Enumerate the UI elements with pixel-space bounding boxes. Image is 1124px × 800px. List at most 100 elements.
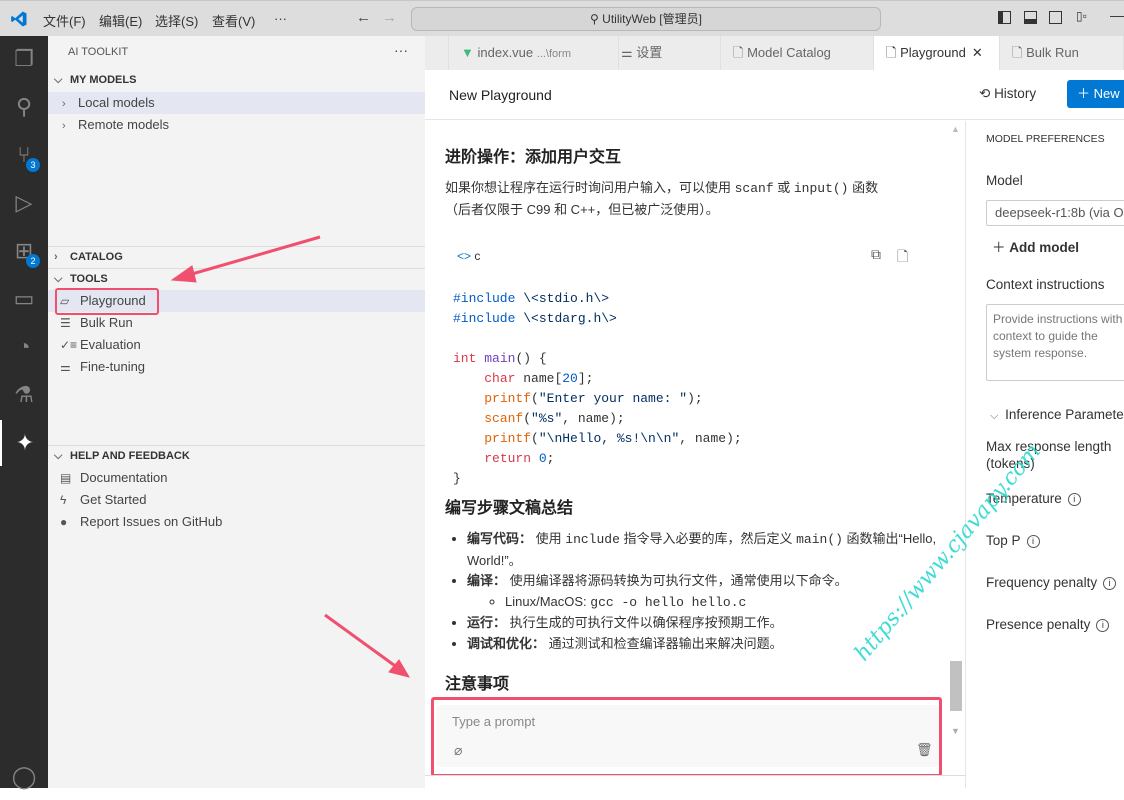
plus-icon: ＋ <box>1077 86 1094 101</box>
file-icon: 🗋 <box>886 45 901 60</box>
paragraph: 如果你想让程序在运行时询问用户输入，可以使用 scanf 或 input() 函… <box>445 180 879 196</box>
item-label: Get Started <box>80 492 147 507</box>
section-tools[interactable]: ⌵ TOOLS <box>48 268 425 290</box>
toggle-panel-icon[interactable] <box>1024 11 1037 24</box>
scroll-up-icon[interactable]: ▲ <box>951 124 960 134</box>
tab-label: Model Catalog <box>747 45 831 60</box>
sidebar-item-local-models[interactable]: › Local models <box>48 92 425 114</box>
sidebar-item-get-started[interactable]: ϟ Get Started <box>48 489 425 511</box>
code-content: #include \<stdio.h\> #include \<stdarg.h… <box>453 291 742 486</box>
remote-explorer-icon[interactable]: ▭ <box>0 276 48 322</box>
sidebar-item-evaluation[interactable]: ✓≡ Evaluation <box>48 334 425 356</box>
menu-edit[interactable]: 编辑(E) <box>99 11 142 30</box>
history-icon: ⟲ <box>979 86 995 101</box>
context-instructions-input[interactable]: Provide instructions with context to gui… <box>986 304 1124 381</box>
search-icon: ⚲ <box>590 12 603 26</box>
section-label: HELP AND FEEDBACK <box>70 450 190 462</box>
close-icon[interactable]: ✕ <box>972 45 983 60</box>
sidebar-item-documentation[interactable]: ▤ Documentation <box>48 467 425 489</box>
more-actions-icon[interactable]: ··· <box>394 42 408 58</box>
minimize-icon[interactable]: — <box>1110 7 1124 23</box>
tab-description: ...\form <box>536 48 571 60</box>
explorer-icon[interactable]: ❐ <box>0 36 48 82</box>
evaluation-icon: ✓≡ <box>60 338 78 352</box>
tab-playground[interactable]: 🗋 Playground ✕ <box>874 36 1000 70</box>
tab-spacer <box>425 36 449 70</box>
forward-arrow-icon[interactable]: → <box>382 9 397 26</box>
param-frequency-penalty: Frequency penalty i <box>986 575 1117 590</box>
model-label: Model <box>986 173 1023 188</box>
settings-icon: ⚌ <box>621 45 637 60</box>
paragraph: （后者仅限于 C99 和 C++，但已被广泛使用）。 <box>445 202 719 217</box>
bottom-border <box>425 775 965 788</box>
param-top-p: Top Pi <box>986 533 1040 548</box>
sidebar-item-report-issues[interactable]: ● Report Issues on GitHub <box>48 511 425 533</box>
toggle-secondary-sidebar-icon[interactable] <box>1049 11 1062 24</box>
item-label: Local models <box>78 95 155 110</box>
chevron-right-icon: › <box>62 98 66 110</box>
tab-bulk-run[interactable]: 🗋 Bulk Run <box>1000 36 1124 70</box>
item-label: Documentation <box>80 470 168 485</box>
account-icon[interactable]: ◯ <box>0 754 48 800</box>
context-label: Context instructions <box>986 277 1105 292</box>
add-model-button[interactable]: ＋ Add model <box>992 236 1079 256</box>
github-icon: ● <box>60 515 68 529</box>
menu-view[interactable]: 查看(V) <box>212 11 255 30</box>
heading-notes: 注意事项 <box>445 676 510 693</box>
sidebar-item-remote-models[interactable]: › Remote models <box>48 114 425 136</box>
info-icon[interactable]: i <box>1067 493 1081 506</box>
inference-label: Inference Parameters <box>1005 407 1124 422</box>
section-help[interactable]: ⌵ HELP AND FEEDBACK <box>48 445 425 467</box>
history-button[interactable]: ⟲ History <box>979 86 1036 102</box>
copy-icon[interactable]: ⧉ <box>871 246 881 263</box>
item-label: Evaluation <box>80 337 141 352</box>
new-playground-button[interactable]: ＋ New <box>1067 80 1124 108</box>
command-center-search[interactable]: ⚲ UtilityWeb [管理员] <box>411 7 881 31</box>
item-label: Report Issues on GitHub <box>80 514 223 529</box>
sub-list-item: Linux/MacOS: gcc -o hello hello.c <box>505 592 947 614</box>
customize-layout-icon[interactable]: ▯▫ <box>1076 9 1087 23</box>
back-arrow-icon[interactable]: ← <box>356 9 371 26</box>
info-icon[interactable]: i <box>1026 535 1040 548</box>
new-label: New <box>1093 86 1120 101</box>
source-control-icon[interactable]: ⑂ 3 <box>0 132 48 178</box>
model-select[interactable]: deepseek-r1:8b (via Ollama) <box>986 200 1124 226</box>
ai-toolkit-icon[interactable]: ✦ <box>0 420 48 466</box>
inference-parameters-toggle[interactable]: ⌵ Inference Parameters <box>990 407 1124 423</box>
section-label: MY MODELS <box>70 74 137 86</box>
info-icon[interactable]: i <box>1103 577 1117 590</box>
insert-file-icon[interactable]: 🗋 <box>897 246 908 270</box>
code-language-label: <> c <box>457 249 481 263</box>
tab-model-catalog[interactable]: 🗋 Model Catalog <box>721 36 874 70</box>
list-item: 编写代码： 使用 include 指令导入必要的库，然后定义 main() 函数… <box>467 529 947 571</box>
extensions-icon[interactable]: ⊞ 2 <box>0 228 48 274</box>
section-my-models[interactable]: ⌵ MY MODELS <box>48 69 425 91</box>
menu-more[interactable]: ··· <box>274 11 287 26</box>
tab-index-vue[interactable]: ▼ index.vue ...\form <box>449 36 619 70</box>
git-graph-icon[interactable]: ◔ <box>0 324 48 370</box>
playground-header: New Playground ⟲ History ＋ New <box>425 70 1124 120</box>
info-icon[interactable]: i <box>1096 619 1110 632</box>
menu-selection[interactable]: 选择(S) <box>155 11 198 30</box>
bulk-run-icon: ☰ <box>60 316 71 330</box>
annotation-highlight-box <box>431 697 942 777</box>
search-icon[interactable]: ⚲ <box>0 84 48 130</box>
scroll-down-icon[interactable]: ▼ <box>951 726 960 736</box>
run-debug-icon[interactable]: ▷ <box>0 180 48 226</box>
page-title: New Playground <box>449 87 552 103</box>
toggle-sidebar-icon[interactable] <box>998 11 1011 24</box>
list-item: 编译： 使用编译器将源码转换为可执行文件，通常使用以下命令。 Linux/Mac… <box>467 571 947 613</box>
tab-label: Playground <box>900 45 966 60</box>
menu-file[interactable]: 文件(F) <box>43 11 86 30</box>
extensions-badge: 2 <box>26 254 40 268</box>
chat-area: 进阶操作：添加用户交互 如果你想让程序在运行时询问用户输入，可以使用 scanf… <box>425 121 965 775</box>
add-model-label: Add model <box>1009 240 1080 255</box>
sidebar-item-fine-tuning[interactable]: ⚌ Fine-tuning <box>48 356 425 378</box>
section-catalog[interactable]: › CATALOG <box>48 246 425 268</box>
testing-icon[interactable]: ⚗ <box>0 372 48 418</box>
heading-advanced: 进阶操作：添加用户交互 <box>445 149 622 166</box>
scrollbar-thumb[interactable] <box>950 661 962 711</box>
tab-settings[interactable]: ⚌ 设置 <box>609 36 721 70</box>
chevron-right-icon: › <box>62 120 66 132</box>
sidebar-item-bulk-run[interactable]: ☰ Bulk Run <box>48 312 425 334</box>
